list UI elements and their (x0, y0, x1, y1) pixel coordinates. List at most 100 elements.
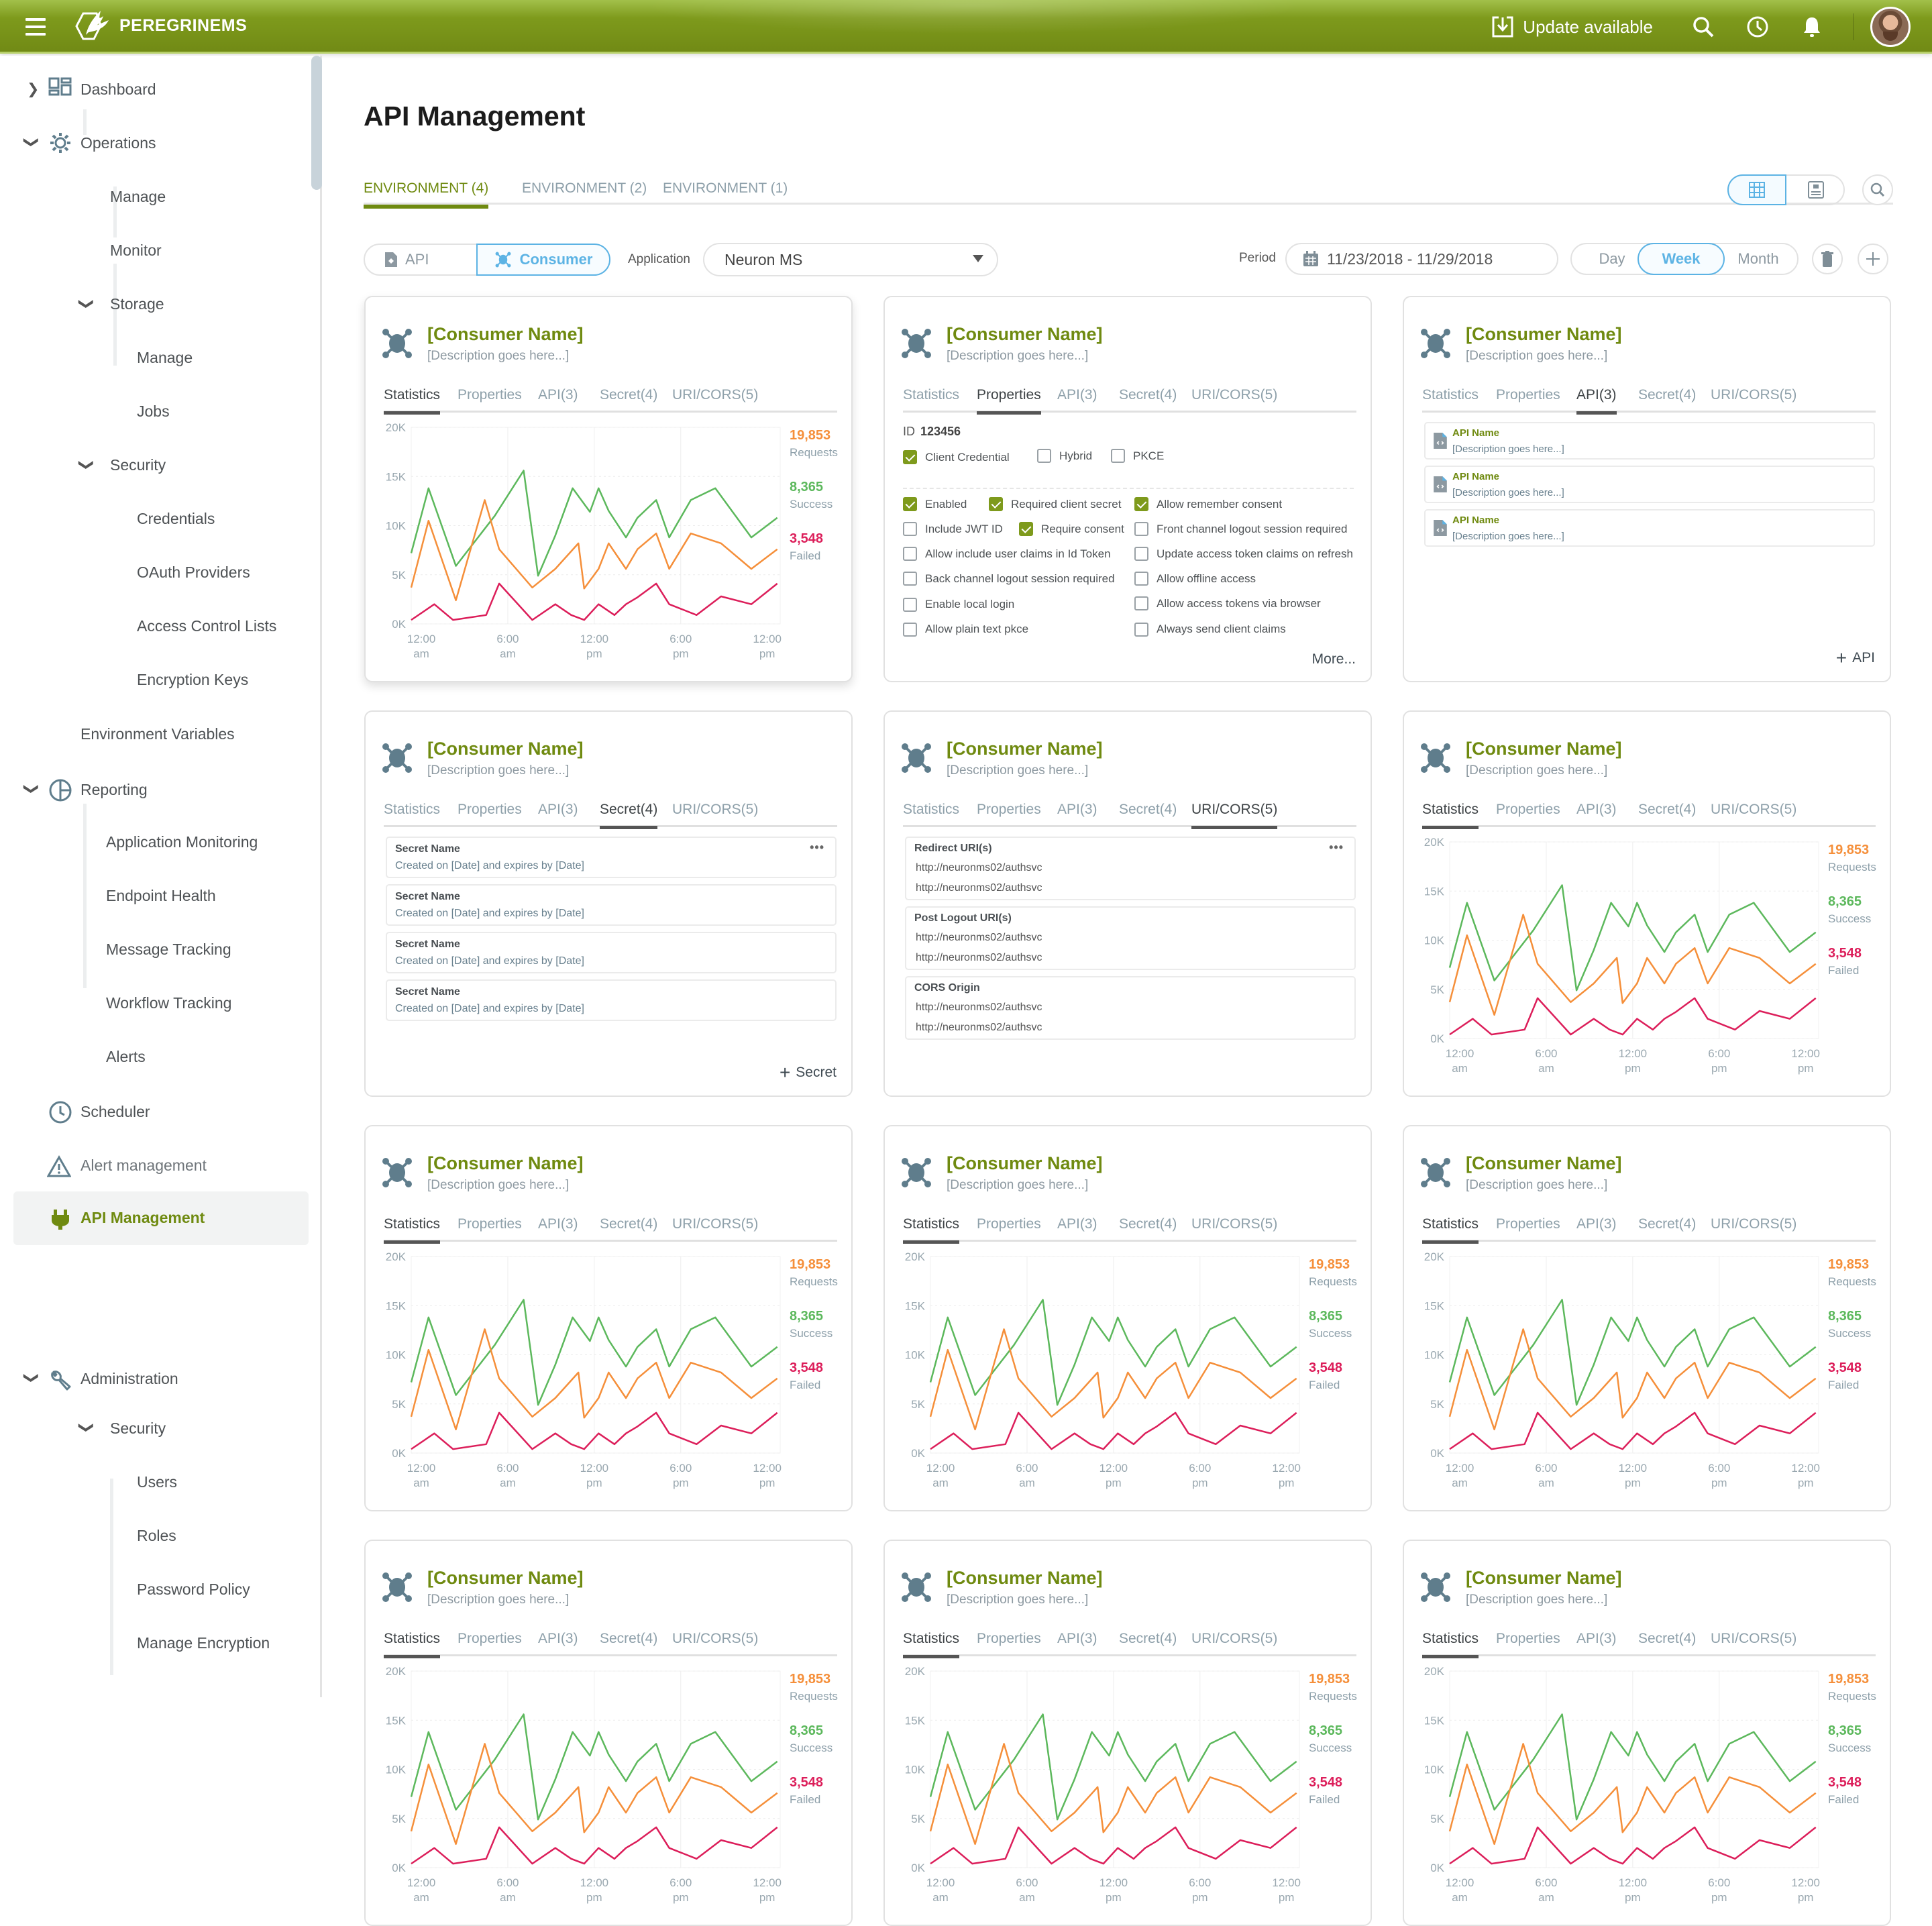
search-button[interactable] (1690, 13, 1717, 40)
option-checkbox[interactable]: Allow plain text pkce (903, 622, 1028, 637)
checkbox[interactable] (1111, 449, 1125, 463)
checkbox[interactable] (1134, 572, 1148, 586)
tab-statistics[interactable]: Statistics (1422, 1216, 1479, 1244)
sidebar-item-alerts[interactable]: Alerts (106, 1048, 146, 1066)
tab-uricors[interactable]: URI/CORS(5) (1711, 387, 1796, 415)
tab-secret[interactable]: Secret(4) (600, 802, 658, 829)
checkbox[interactable] (903, 497, 917, 511)
tab-uricors[interactable]: URI/CORS(5) (672, 387, 758, 415)
notifications-button[interactable] (1799, 13, 1825, 40)
sidebar-item-administration[interactable]: Administration (80, 1370, 178, 1388)
application-select[interactable]: Neuron MS (703, 243, 998, 276)
sidebar-item-application-monitoring[interactable]: Application Monitoring (106, 833, 258, 851)
sidebar-item-scheduler[interactable]: Scheduler (80, 1103, 150, 1121)
checkbox[interactable] (1134, 596, 1148, 610)
sidebar-item-manage-encryption[interactable]: Manage Encryption (137, 1634, 270, 1652)
grid-view-button[interactable] (1727, 174, 1786, 205)
tab-api[interactable]: API(3) (1057, 1631, 1097, 1658)
tab-properties[interactable]: Properties (977, 1631, 1041, 1658)
sidebar-item-message-tracking[interactable]: Message Tracking (106, 941, 231, 959)
add-secret-button[interactable]: + Secret (780, 1063, 837, 1082)
checkbox[interactable] (1134, 522, 1148, 536)
card-view-button[interactable] (1786, 174, 1845, 205)
tab-statistics[interactable]: Statistics (1422, 1631, 1479, 1658)
tab-secret[interactable]: Secret(4) (600, 1631, 657, 1658)
search-button[interactable] (1862, 174, 1893, 205)
delete-button[interactable] (1812, 244, 1843, 274)
sidebar-item-api-management[interactable]: API Management (80, 1209, 205, 1227)
secret-list-item[interactable]: Secret Name Created on [Date] and expires… (386, 884, 837, 926)
secret-list-item[interactable]: Secret Name Created on [Date] and expires… (386, 837, 837, 878)
more-link[interactable]: More... (1312, 651, 1356, 667)
consumer-name[interactable]: [Consumer Name] (947, 1568, 1103, 1589)
tab-properties[interactable]: Properties (1496, 802, 1560, 829)
tab-secret[interactable]: Secret(4) (600, 387, 657, 415)
menu-icon[interactable] (25, 18, 46, 36)
tab-properties[interactable]: Properties (1496, 1631, 1560, 1658)
tab-api[interactable]: API(3) (1576, 1216, 1617, 1244)
option-checkbox[interactable]: Allow access tokens via browser (1134, 596, 1321, 610)
option-checkbox[interactable]: Require consent (1019, 522, 1124, 536)
api-list-item[interactable]: API Name [Description goes here...] (1424, 422, 1875, 460)
option-checkbox[interactable]: Always send client claims (1134, 622, 1286, 637)
tab-statistics[interactable]: Statistics (1422, 387, 1479, 415)
checkbox[interactable] (903, 547, 917, 561)
chevron-down-icon[interactable]: ❯ (23, 1372, 40, 1384)
consumer-name[interactable]: [Consumer Name] (427, 1153, 584, 1174)
consumer-toggle-button[interactable]: Consumer (476, 244, 610, 276)
sidebar-item-users[interactable]: Users (137, 1473, 177, 1491)
tab-secret[interactable]: Secret(4) (1119, 802, 1177, 829)
range-week-button[interactable]: Week (1638, 243, 1725, 275)
sidebar-item-encryption-keys[interactable]: Encryption Keys (137, 671, 248, 689)
tab-properties[interactable]: Properties (458, 1631, 522, 1658)
option-checkbox[interactable]: Back channel logout session required (903, 572, 1115, 586)
sidebar-item-endpoint-health[interactable]: Endpoint Health (106, 887, 216, 905)
tab-uricors[interactable]: URI/CORS(5) (672, 802, 758, 829)
sidebar-item-environment-variables[interactable]: Environment Variables (80, 725, 235, 743)
tab-api[interactable]: API(3) (1576, 1631, 1617, 1658)
tab-uricors[interactable]: URI/CORS(5) (1191, 802, 1278, 829)
tab-statistics[interactable]: Statistics (384, 1216, 441, 1244)
sidebar-scrollbar[interactable] (311, 56, 322, 190)
option-checkbox[interactable]: Front channel logout session required (1134, 522, 1347, 536)
consumer-name[interactable]: [Consumer Name] (1466, 1568, 1622, 1589)
tab-environment-1[interactable]: ENVIRONMENT (1) (663, 180, 788, 205)
sidebar-item-monitor[interactable]: Monitor (110, 242, 162, 260)
tab-api[interactable]: API(3) (538, 1216, 578, 1244)
api-toggle-button[interactable]: API (385, 244, 429, 276)
secret-list-item[interactable]: Secret Name Created on [Date] and expires… (386, 932, 837, 973)
consumer-name[interactable]: [Consumer Name] (1466, 739, 1622, 759)
tab-properties[interactable]: Properties (458, 1216, 522, 1244)
option-checkbox[interactable]: Enable local login (903, 597, 1014, 612)
add-api-button[interactable]: + API (1836, 649, 1875, 667)
option-checkbox[interactable]: Required client secret (989, 497, 1121, 511)
avatar[interactable] (1870, 7, 1911, 47)
consumer-name[interactable]: [Consumer Name] (947, 1153, 1103, 1174)
tab-properties[interactable]: Properties (977, 387, 1041, 415)
brand-logo[interactable]: PEREGRINEMS (74, 7, 247, 44)
sidebar-item-jobs[interactable]: Jobs (137, 403, 170, 421)
tab-secret[interactable]: Secret(4) (1638, 1631, 1696, 1658)
tab-properties[interactable]: Properties (458, 387, 522, 415)
tab-secret[interactable]: Secret(4) (1638, 1216, 1696, 1244)
api-list-item[interactable]: API Name [Description goes here...] (1424, 509, 1875, 547)
option-checkbox[interactable]: Update access token claims on refresh (1134, 547, 1353, 561)
tab-statistics[interactable]: Statistics (384, 1631, 441, 1658)
tab-uricors[interactable]: URI/CORS(5) (672, 1216, 758, 1244)
tab-secret[interactable]: Secret(4) (1119, 1216, 1177, 1244)
option-checkbox[interactable]: Allow remember consent (1134, 497, 1282, 511)
tab-api[interactable]: API(3) (1057, 387, 1097, 415)
more-options-icon[interactable]: ••• (810, 841, 824, 855)
tab-uricors[interactable]: URI/CORS(5) (1711, 1216, 1796, 1244)
tab-properties[interactable]: Properties (458, 802, 522, 829)
option-checkbox[interactable]: Enabled (903, 497, 967, 511)
sidebar-item-password-policy[interactable]: Password Policy (137, 1581, 250, 1599)
tab-uricors[interactable]: URI/CORS(5) (1711, 1631, 1796, 1658)
sidebar-item-reporting[interactable]: Reporting (80, 781, 148, 799)
consumer-name[interactable]: [Consumer Name] (427, 1568, 584, 1589)
checkbox[interactable] (903, 522, 917, 536)
checkbox[interactable] (903, 450, 917, 464)
tab-statistics[interactable]: Statistics (903, 1216, 960, 1244)
tab-statistics[interactable]: Statistics (384, 387, 441, 415)
checkbox[interactable] (1019, 522, 1033, 536)
